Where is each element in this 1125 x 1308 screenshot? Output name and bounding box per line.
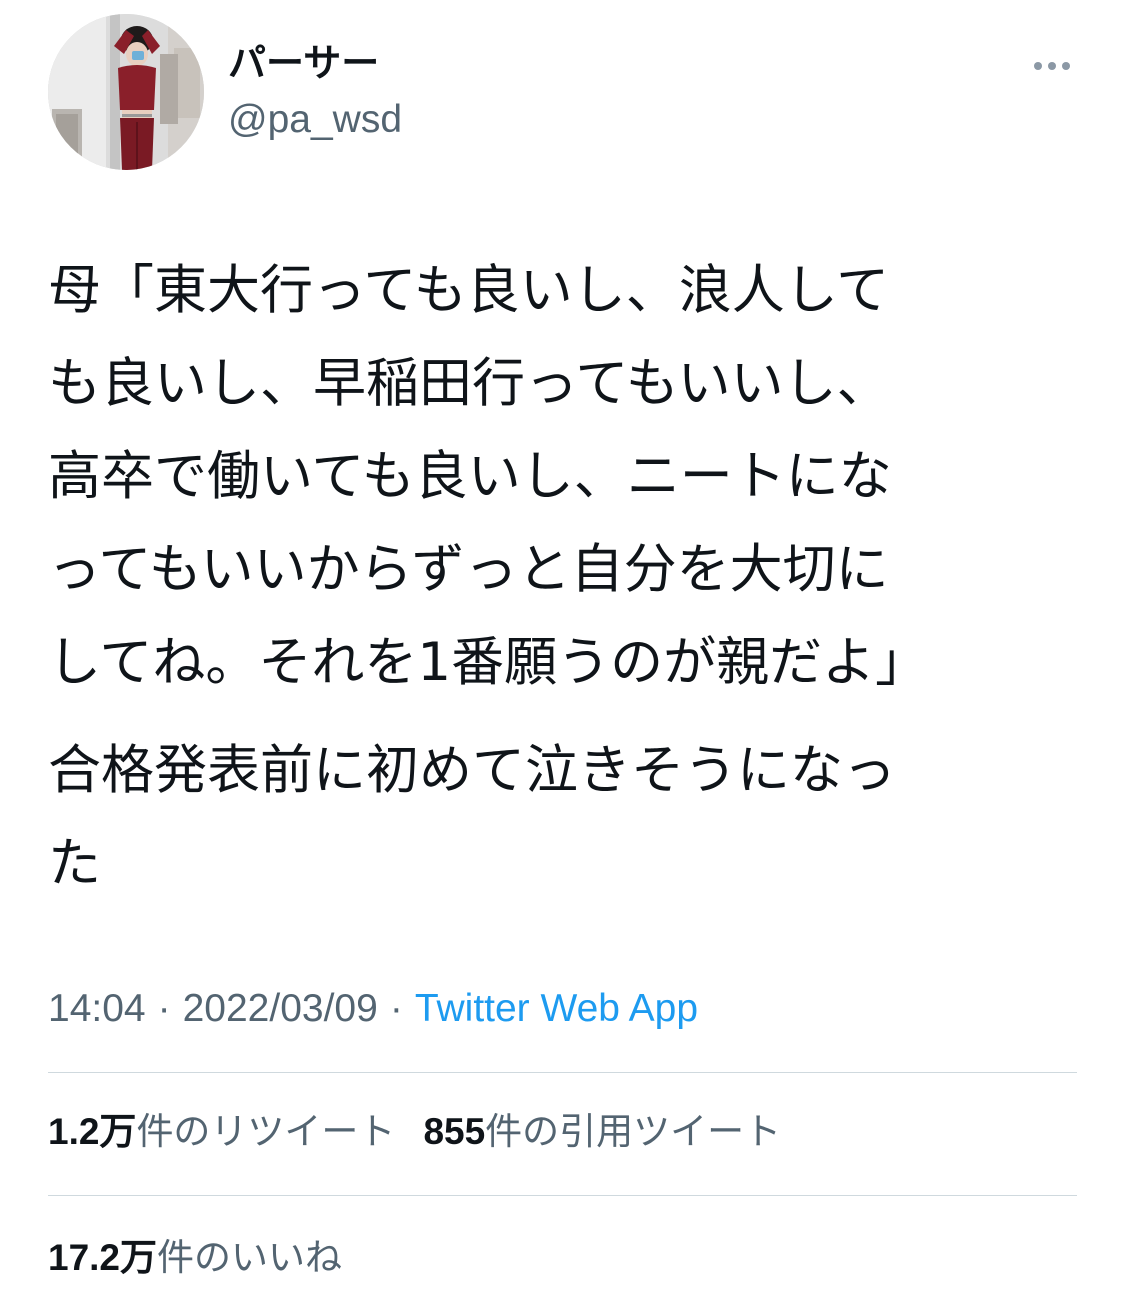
- tweet-detail: パーサー @pa_wsd 母「東大行っても良いし、浪人して も良いし、早稲田行っ…: [0, 0, 1125, 1308]
- source-app-link[interactable]: Twitter Web App: [415, 987, 698, 1030]
- meta-separator: ·: [157, 987, 171, 1030]
- quotes-count: 855: [423, 1111, 486, 1152]
- tweet-paragraph: 母「東大行っても良いし、浪人して も良いし、早稲田行ってもいいし、 高卒で働いて…: [48, 260, 929, 693]
- tweet-date[interactable]: 2022/03/09: [183, 987, 378, 1030]
- tweet-text: 母「東大行っても良いし、浪人して も良いし、早稲田行ってもいいし、 高卒で働いて…: [48, 244, 1058, 910]
- tweet-paragraph: 合格発表前に初めて泣きそうになっ た: [48, 740, 896, 894]
- tweet-time[interactable]: 14:04: [48, 987, 146, 1030]
- author-handle[interactable]: @pa_wsd: [228, 96, 402, 144]
- likes-stat[interactable]: 17.2万件のいいね: [48, 1236, 342, 1279]
- quotes-stat[interactable]: 855件の引用ツイート: [423, 1110, 781, 1153]
- quotes-label: 件の引用ツイート: [485, 1110, 782, 1153]
- tweet-metadata: 14:04 · 2022/03/09 · Twitter Web App: [48, 983, 698, 1035]
- divider: [48, 1195, 1077, 1196]
- engagement-stats-row: 1.2万件のリツイート 855件の引用ツイート: [48, 1107, 781, 1157]
- meta-separator: ·: [389, 987, 403, 1030]
- divider: [48, 1072, 1077, 1073]
- likes-stats-row: 17.2万件のいいね: [48, 1233, 342, 1283]
- likes-label: 件のいいね: [157, 1236, 343, 1279]
- more-options-button[interactable]: [1022, 46, 1082, 86]
- author-display-name[interactable]: パーサー: [228, 38, 402, 88]
- avatar-photo: [48, 14, 204, 170]
- retweets-count: 1.2万: [48, 1111, 137, 1152]
- retweets-label: 件のリツイート: [136, 1110, 396, 1153]
- retweets-stat[interactable]: 1.2万件のリツイート: [48, 1110, 395, 1153]
- likes-count: 17.2万: [48, 1237, 158, 1278]
- more-horizontal-icon: [1031, 62, 1073, 70]
- author-info: パーサー @pa_wsd: [228, 38, 402, 144]
- avatar[interactable]: [48, 14, 204, 170]
